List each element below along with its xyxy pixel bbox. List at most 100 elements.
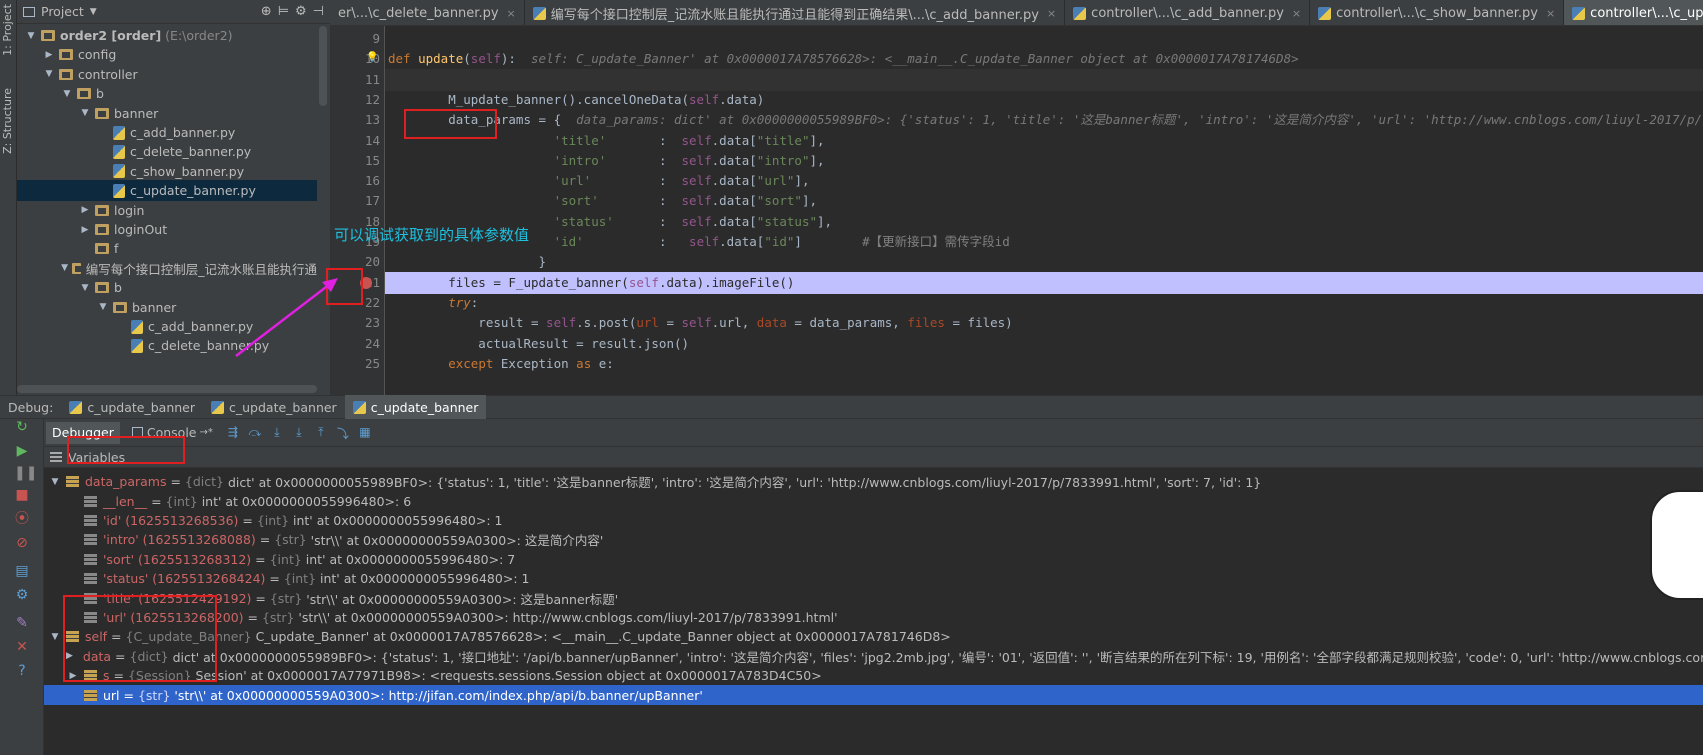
variable-icon	[84, 495, 97, 507]
debug-tab-2[interactable]: c_update_banner	[203, 395, 345, 419]
settings-icon[interactable]: ⚙	[14, 587, 30, 603]
variable-row[interactable]: 'title' (1625512429192) = {str} 'str\\' …	[44, 588, 1703, 608]
tree-folder[interactable]: ▶ login	[17, 200, 317, 221]
code-line[interactable]: 'url' : self.data["url"],	[388, 170, 810, 192]
code-line[interactable]: except Exception as e:	[388, 353, 614, 375]
pause-icon[interactable]: ❚❚	[14, 465, 37, 481]
editor-tab[interactable]: 编写每个接口控制层_记流水账且能执行通过且能得到正确结果\...\c_add_b…	[525, 0, 1066, 25]
tree-folder[interactable]: ▼ order2 [order] (E:\order2)	[17, 25, 317, 46]
variable-row[interactable]: 'sort' (1625513268312) = {int} int' at 0…	[44, 550, 1703, 570]
close-tab-icon[interactable]: ×	[1546, 7, 1555, 20]
variable-row[interactable]: ▼ self = {C_update_Banner} C_update_Banne…	[44, 627, 1703, 647]
variable-row[interactable]: url = {str} 'str\\' at 0x00000000559A030…	[44, 685, 1703, 705]
code-line[interactable]: actualResult = result.json()	[388, 333, 689, 355]
stop-icon[interactable]: ■	[14, 487, 30, 503]
code-line[interactable]: }	[388, 251, 547, 273]
tree-expand-icon[interactable]: ▼	[79, 283, 91, 293]
variable-row[interactable]: 'status' (1625513268424) = {int} int' at…	[44, 569, 1703, 589]
variable-value: Session' at 0x0000017A77971B98>: <reques…	[191, 668, 822, 684]
rerun-icon[interactable]: ↻	[14, 419, 30, 435]
annotation-text: 可以调试获取到的具体参数值	[334, 226, 530, 244]
code-line[interactable]: data_params = { data_params: dict' at 0x…	[388, 109, 1703, 131]
tree-item-label: f	[114, 241, 119, 257]
debug-tab-1[interactable]: c_update_banner	[61, 395, 203, 419]
tree-expand-icon[interactable]: ▶	[79, 205, 91, 215]
code-line[interactable]: def update(self): self: C_update_Banner'…	[388, 48, 1299, 70]
variable-row[interactable]: ▶ s = {Session} Session' at 0x0000017A779…	[44, 666, 1703, 686]
tree-folder[interactable]: ▶ loginOut	[17, 219, 317, 240]
variable-type: {int}	[283, 571, 317, 587]
mute-breakpoints-icon[interactable]: ⊘	[14, 535, 30, 551]
tree-expand-icon[interactable]: ▼	[97, 302, 109, 312]
tree-expand-icon[interactable]: ▼	[43, 69, 55, 79]
show-execution-point-icon[interactable]: ⇶	[225, 425, 241, 441]
expand-icon[interactable]: ▼	[48, 632, 62, 642]
locate-icon[interactable]: ⊕	[261, 4, 272, 19]
step-into-my-code-icon[interactable]: ⤓	[291, 425, 307, 441]
tree-folder[interactable]: ▼ b	[17, 83, 317, 104]
code-editor[interactable]: 9 10 💡 11 12 13 14 15 16 17 18 19 20 21 22 23 24 25 def u…	[330, 26, 1703, 395]
tree-expand-icon[interactable]: ▼	[25, 31, 37, 41]
project-panel-title[interactable]: Project	[41, 4, 84, 19]
run-to-cursor-icon[interactable]: ⤵	[335, 425, 351, 441]
variable-row[interactable]: ▶ data = {dict} dict' at 0x0000000055989B…	[44, 647, 1703, 667]
tree-expand-icon[interactable]: ▼	[61, 263, 68, 273]
project-hscrollbar[interactable]	[17, 385, 317, 393]
tree-folder[interactable]: ▼ controller	[17, 64, 317, 85]
variable-type: {str}	[269, 590, 303, 606]
expand-icon[interactable]: ▼	[48, 477, 62, 487]
restore-layout-icon[interactable]: ▤	[14, 563, 30, 579]
editor-tab[interactable]: controller\...\c_add_banner.py ×	[1065, 0, 1311, 25]
code-line[interactable]: try:	[388, 292, 478, 314]
tree-file[interactable]: c_update_banner.py	[17, 180, 317, 202]
variable-row[interactable]: ▼ data_params = {dict} dict' at 0x0000000…	[44, 472, 1703, 492]
debug-tab-3[interactable]: c_update_banner	[344, 395, 487, 419]
close-tab-icon[interactable]: ×	[1292, 7, 1301, 20]
tree-file[interactable]: c_show_banner.py	[17, 161, 317, 182]
tree-expand-icon[interactable]: ▶	[43, 50, 55, 60]
help-icon[interactable]: ?	[14, 663, 30, 679]
code-line[interactable]: 'intro' : self.data["intro"],	[388, 150, 825, 172]
view-breakpoints-icon[interactable]: ⦿	[14, 511, 30, 527]
variable-row[interactable]: 'intro' (1625513268088) = {str} 'str\\' …	[44, 530, 1703, 550]
structure-tool-tab[interactable]: Z: Structure	[1, 88, 14, 154]
variable-row[interactable]: __len__ = {int} int' at 0x00000000559964…	[44, 491, 1703, 511]
close-tab-icon[interactable]: ×	[507, 7, 516, 20]
tree-folder[interactable]: ▶ config	[17, 44, 317, 65]
tree-folder[interactable]: ▼ banner	[17, 103, 317, 124]
variable-row[interactable]: 'url' (1625513268200) = {str} 'str\\' at…	[44, 608, 1703, 628]
step-over-icon[interactable]: ⤼	[247, 425, 263, 441]
project-scrollbar[interactable]	[319, 26, 327, 106]
tree-folder[interactable]: f	[17, 238, 317, 259]
editor-tab[interactable]: er\...\c_delete_banner.py ×	[330, 0, 525, 25]
tree-expand-icon[interactable]: ▼	[79, 108, 91, 118]
folder-icon	[72, 262, 84, 274]
project-tool-tab[interactable]: 1: Project	[1, 4, 14, 56]
close-icon[interactable]: ✕	[14, 639, 30, 655]
step-out-icon[interactable]: ⤒	[313, 425, 329, 441]
tree-file[interactable]: c_add_banner.py	[17, 122, 317, 143]
bulb-icon[interactable]: 💡	[366, 52, 378, 63]
code-line[interactable]: M_update_banner().cancelOneData(self.dat…	[388, 89, 764, 111]
resume-icon[interactable]: ▶	[14, 443, 30, 459]
tree-expand-icon[interactable]: ▼	[61, 89, 73, 99]
settings-icon[interactable]: ⚙	[295, 4, 307, 19]
evaluate-expression-icon[interactable]: ▦	[357, 425, 373, 441]
code-line[interactable]: files = F_update_banner(self.data).image…	[388, 272, 794, 294]
variable-type: {int}	[269, 551, 302, 567]
pin-icon[interactable]: ✎	[14, 615, 30, 631]
project-view-icon[interactable]	[23, 6, 35, 17]
collapse-all-icon[interactable]: ⊨	[278, 4, 289, 19]
hide-panel-icon[interactable]: ⊣	[313, 4, 324, 19]
tree-file[interactable]: c_delete_banner.py	[17, 141, 317, 162]
code-line[interactable]: result = self.s.post(url = self.url, dat…	[388, 312, 1012, 334]
variable-row[interactable]: 'id' (1625513268536) = {int} int' at 0x0…	[44, 511, 1703, 531]
editor-tab[interactable]: controller\...\c_update_banner.py×	[1564, 0, 1703, 25]
dropdown-icon[interactable]: ▼	[90, 7, 97, 17]
tree-expand-icon[interactable]: ▶	[79, 225, 91, 235]
editor-tab[interactable]: controller\...\c_show_banner.py ×	[1310, 0, 1565, 25]
close-tab-icon[interactable]: ×	[1047, 7, 1056, 20]
variable-name: 'status' (1625513268424)	[103, 571, 266, 587]
step-into-icon[interactable]: ⤓	[269, 425, 285, 441]
code-line[interactable]: 'sort' : self.data["sort"],	[388, 190, 817, 212]
